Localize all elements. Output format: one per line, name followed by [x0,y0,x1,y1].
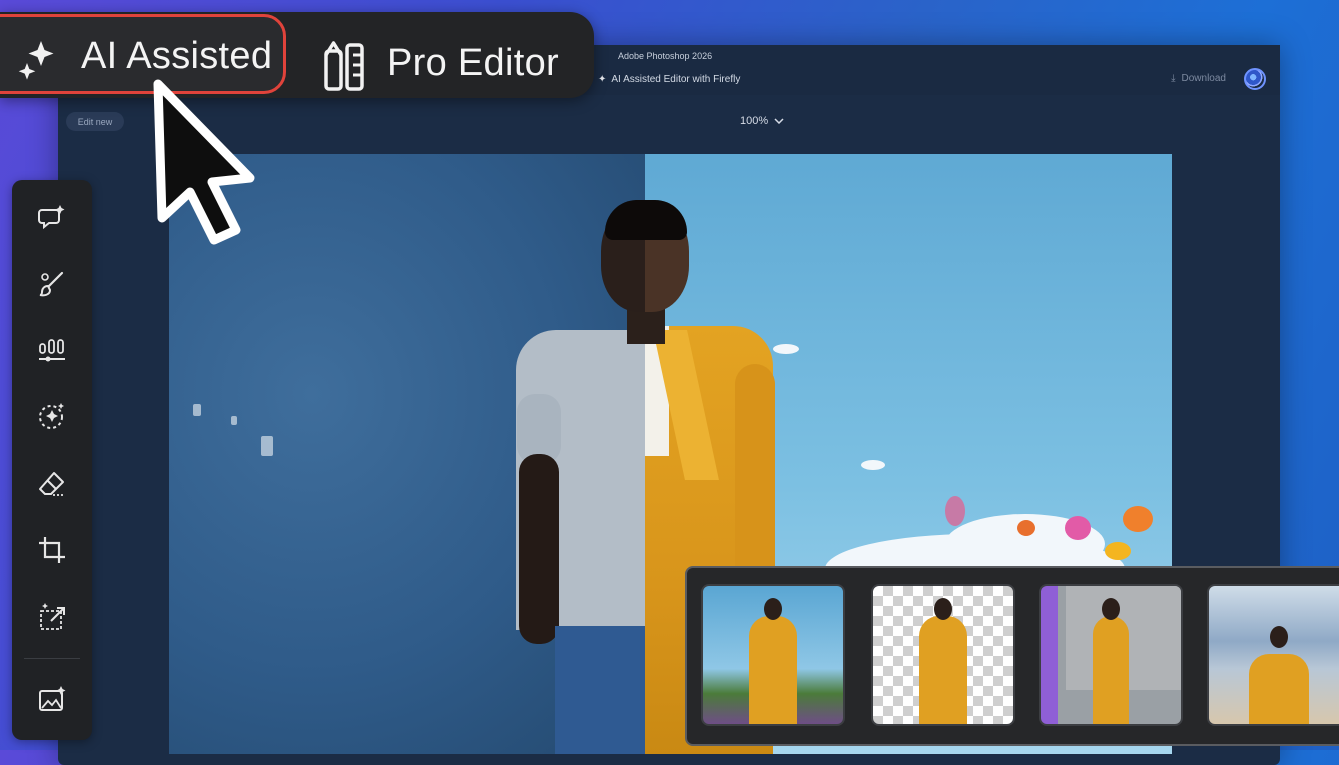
cursor-icon [153,79,255,245]
chevron-down-icon [774,118,784,124]
adjustments-tool[interactable] [32,330,72,370]
generative-expand-icon [40,603,65,630]
edit-new-button[interactable]: Edit new [66,112,124,131]
tool-rail [12,180,92,740]
adjustments-icon [39,339,65,362]
pro-editor-toggle[interactable]: Pro Editor [387,42,559,85]
download-button[interactable]: ⤓ Download [1171,73,1226,84]
crop-tool[interactable] [32,530,72,570]
brush-tool[interactable] [32,264,72,304]
generate-image-tool[interactable] [32,680,72,720]
sparkle-icon: ✦ [598,74,607,85]
zoom-dropdown[interactable]: 100% [740,115,784,127]
variation-thumbnail[interactable] [1039,584,1183,726]
tool-separator [24,658,80,659]
generative-select-tool[interactable] [32,396,72,436]
chat-sparkle-icon [38,205,65,230]
sparkle-icon [18,41,54,80]
eraser-icon [39,472,64,496]
download-icon: ⤓ [1171,73,1176,84]
selection-sparkle-icon [39,403,64,429]
download-label: Download [1181,73,1226,84]
app-title: Adobe Photoshop 2026 [618,51,713,61]
variation-thumbnail[interactable] [1207,584,1339,726]
mode-switch: AI Assisted Pro Editor [0,12,594,98]
zoom-value: 100% [740,115,769,127]
app-subtitle-text: AI Assisted Editor with Firefly [611,74,741,85]
crop-icon [39,537,65,563]
brush-icon [39,271,64,297]
variation-thumbnail[interactable] [701,584,845,726]
generative-expand-tool[interactable] [32,596,72,636]
pencil-ruler-icon [324,41,364,91]
eraser-tool[interactable] [32,464,72,504]
app-subtitle: ✦ AI Assisted Editor with Firefly [598,74,740,85]
variations-panel [685,566,1339,746]
avatar[interactable] [1244,68,1266,90]
variation-thumbnail[interactable] [871,584,1015,726]
ai-assisted-label: AI Assisted [81,35,273,77]
generate-chat-tool[interactable] [32,198,72,238]
image-sparkle-icon [39,686,66,711]
